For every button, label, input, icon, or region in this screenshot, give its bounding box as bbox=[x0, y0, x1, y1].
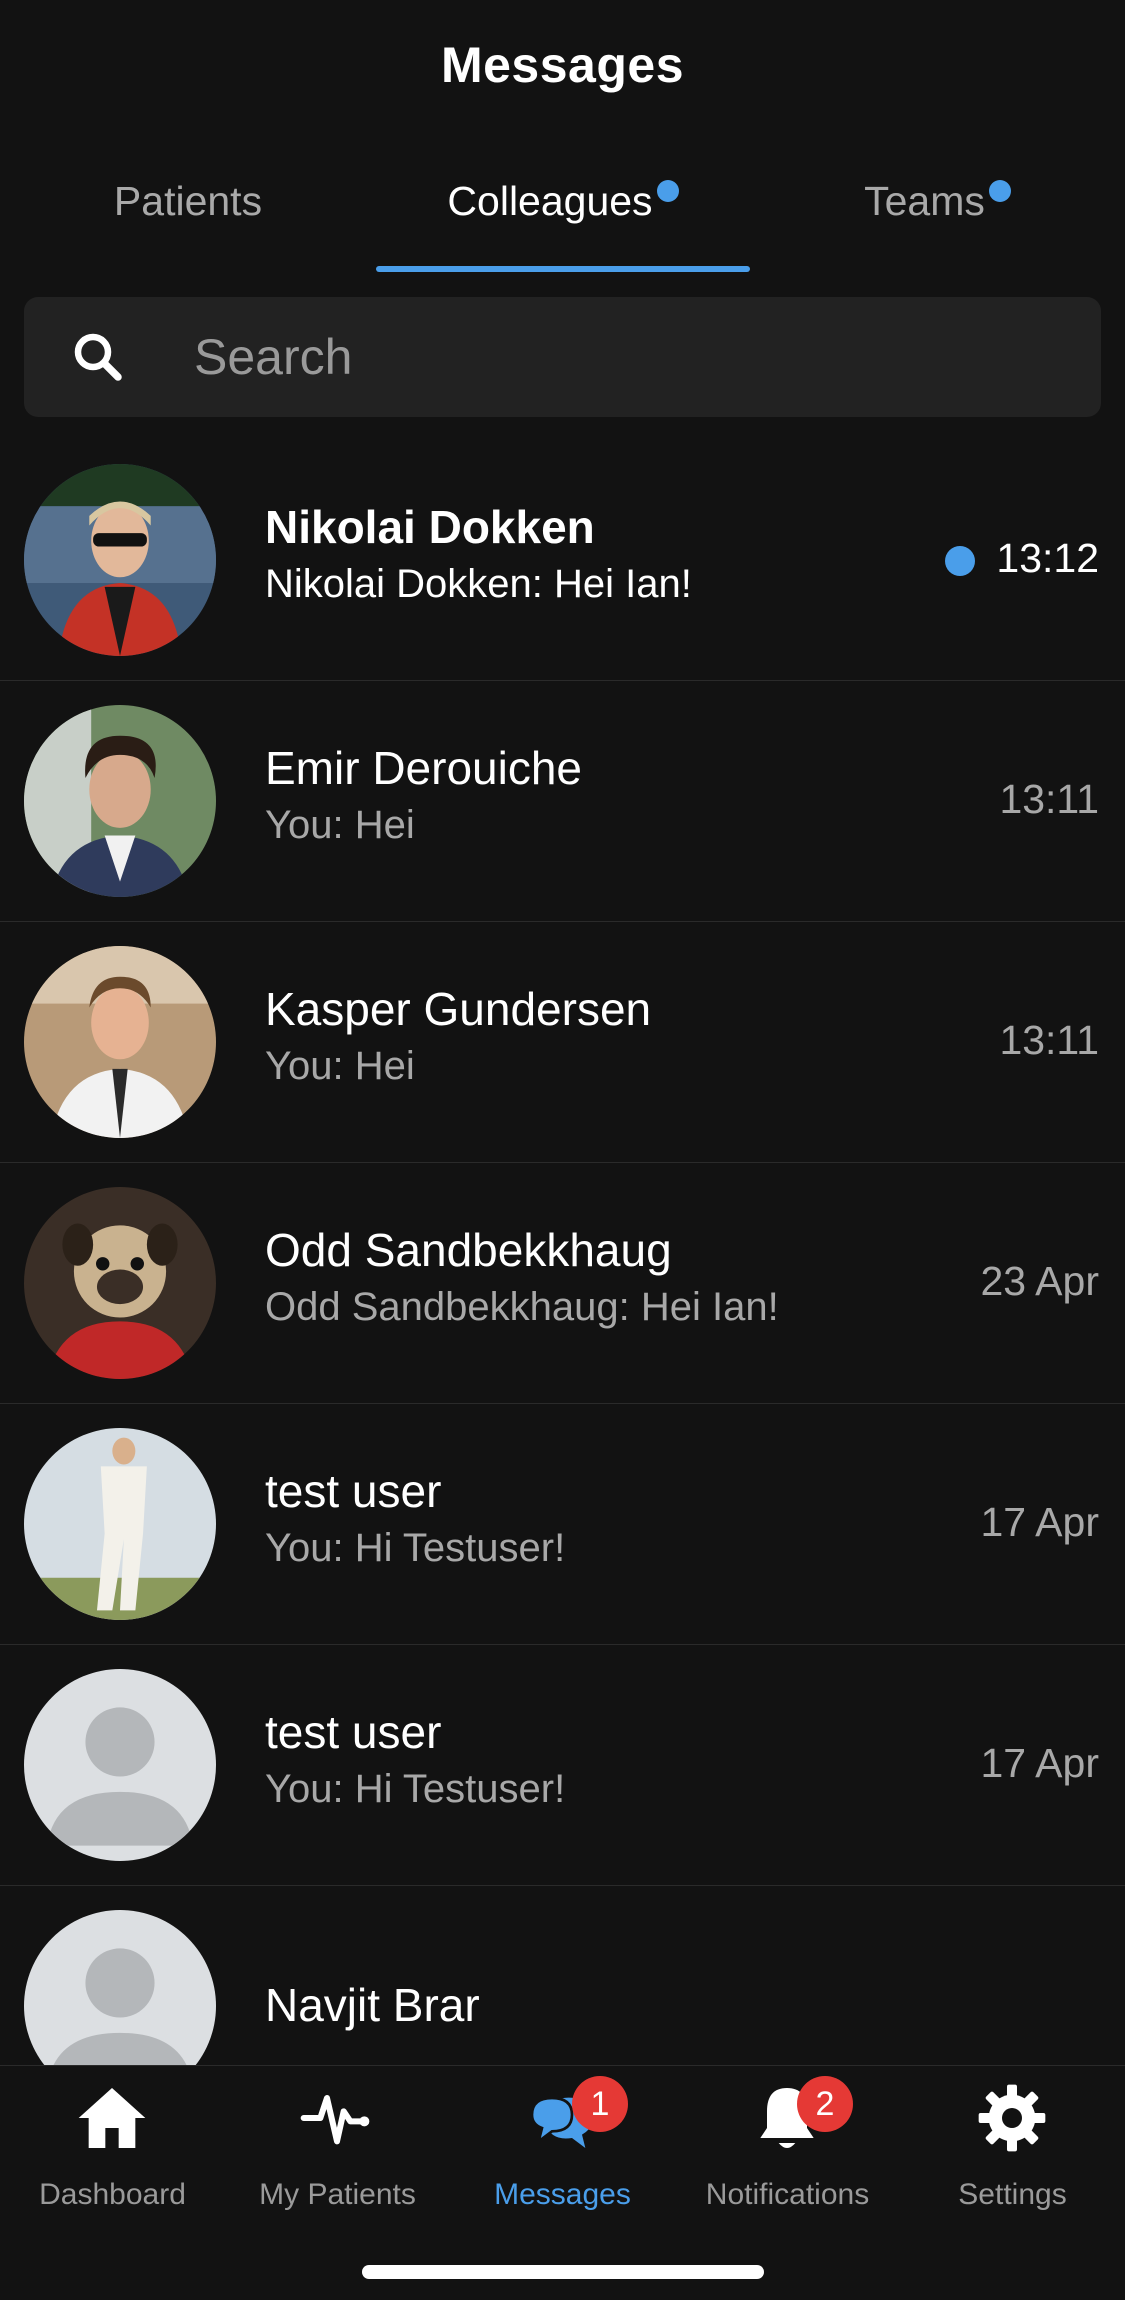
contact-name: Kasper Gundersen bbox=[265, 983, 652, 1035]
unread-dot-icon bbox=[945, 546, 975, 576]
gear-icon bbox=[978, 2084, 1046, 2152]
conversation-list[interactable]: Nikolai Dokken Nikolai Dokken: Hei Ian! … bbox=[0, 440, 1125, 2065]
message-time: 13:11 bbox=[999, 776, 1099, 822]
tabbar-label: Notifications bbox=[705, 2178, 870, 2211]
conversation-row[interactable]: test user You: Hi Testuser! 17 Apr bbox=[0, 1404, 1125, 1645]
message-time: 13:12 bbox=[996, 535, 1099, 581]
tabbar-item-my-patients[interactable]: My Patients bbox=[225, 2066, 450, 2266]
tab-teams[interactable]: Teams bbox=[750, 130, 1125, 272]
active-tab-indicator bbox=[376, 266, 750, 272]
search-icon bbox=[74, 333, 122, 381]
contact-name: Odd Sandbekkhaug bbox=[265, 1224, 672, 1276]
heartbeat-icon bbox=[300, 2095, 370, 2145]
contact-name: Nikolai Dokken bbox=[265, 501, 595, 553]
tabbar-item-dashboard[interactable]: Dashboard bbox=[0, 2066, 225, 2266]
tabbar-label: Settings bbox=[958, 2178, 1067, 2211]
tabbar-label: Messages bbox=[494, 2178, 631, 2211]
avatar bbox=[24, 464, 216, 656]
contact-name: test user bbox=[265, 1706, 442, 1758]
tabbar-item-messages[interactable]: 1 Messages bbox=[450, 2066, 675, 2266]
message-time: 17 Apr bbox=[980, 1499, 1099, 1545]
home-indicator bbox=[362, 2265, 764, 2279]
segment-tabs: Patients Colleagues Teams bbox=[0, 130, 1125, 272]
message-preview: You: Hi Testuser! bbox=[265, 1526, 566, 1570]
search-input[interactable] bbox=[194, 297, 1074, 417]
message-preview: Nikolai Dokken: Hei Ian! bbox=[265, 562, 692, 606]
contact-name: Emir Derouiche bbox=[265, 742, 582, 794]
unread-dot-icon bbox=[656, 180, 679, 202]
avatar bbox=[24, 705, 216, 897]
tabbar-label: My Patients bbox=[259, 2178, 416, 2211]
tab-label: Teams bbox=[864, 177, 985, 224]
conversation-row[interactable]: test user You: Hi Testuser! 17 Apr bbox=[0, 1645, 1125, 1886]
message-time: 23 Apr bbox=[980, 1258, 1099, 1304]
message-preview: You: Hi Testuser! bbox=[265, 1767, 566, 1811]
message-time: 13:11 bbox=[999, 1017, 1099, 1063]
message-preview: You: Hei bbox=[265, 803, 415, 847]
tab-colleagues[interactable]: Colleagues bbox=[376, 130, 750, 272]
conversation-row[interactable]: Nikolai Dokken Nikolai Dokken: Hei Ian! … bbox=[0, 440, 1125, 681]
conversation-row[interactable]: Odd Sandbekkhaug Odd Sandbekkhaug: Hei I… bbox=[0, 1163, 1125, 1404]
contact-name: test user bbox=[265, 1465, 442, 1517]
notification-count-badge: 2 bbox=[797, 2076, 853, 2132]
avatar bbox=[24, 1187, 216, 1379]
tabbar-label: Dashboard bbox=[39, 2178, 186, 2211]
avatar bbox=[24, 1428, 216, 1620]
default-avatar-icon bbox=[24, 1910, 216, 2065]
bottom-tab-bar: Dashboard My Patients 1 Messages 2 Notif… bbox=[0, 2065, 1125, 2300]
page-title: Messages bbox=[440, 37, 685, 93]
tab-label: Patients bbox=[113, 177, 263, 224]
unread-count-badge: 1 bbox=[572, 2076, 628, 2132]
tab-patients[interactable]: Patients bbox=[0, 130, 376, 272]
message-preview: You: Hei bbox=[265, 1044, 415, 1088]
conversation-row[interactable]: Kasper Gundersen You: Hei 13:11 bbox=[0, 922, 1125, 1163]
tab-label: Colleagues bbox=[447, 177, 653, 224]
search-bar[interactable] bbox=[24, 297, 1101, 417]
tabbar-item-settings[interactable]: Settings bbox=[900, 2066, 1125, 2266]
unread-dot-icon bbox=[988, 180, 1011, 202]
conversation-row[interactable]: Navjit Brar bbox=[0, 1886, 1125, 2065]
avatar bbox=[24, 946, 216, 1138]
default-avatar-icon bbox=[24, 1669, 216, 1861]
contact-name: Navjit Brar bbox=[265, 1979, 480, 2031]
message-preview: Odd Sandbekkhaug: Hei Ian! bbox=[265, 1285, 779, 1329]
conversation-row[interactable]: Emir Derouiche You: Hei 13:11 bbox=[0, 681, 1125, 922]
tabbar-item-notifications[interactable]: 2 Notifications bbox=[675, 2066, 900, 2266]
message-time: 17 Apr bbox=[980, 1740, 1099, 1786]
home-icon bbox=[78, 2088, 146, 2148]
app-header: Messages bbox=[0, 0, 1125, 130]
